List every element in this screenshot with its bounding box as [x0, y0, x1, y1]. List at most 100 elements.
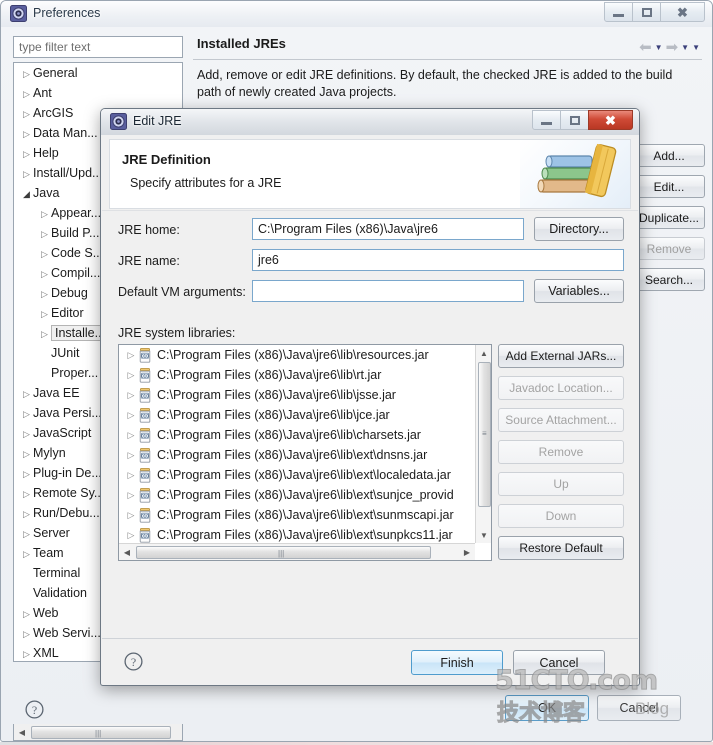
view-menu-icon[interactable]: ▼ [692, 43, 700, 52]
library-list-item[interactable]: ▷ 010 C:\Program Files (x86)\Java\jre6\lib… [119, 505, 475, 525]
minimize-button[interactable] [604, 2, 633, 22]
chevron-right-icon[interactable]: ▷ [124, 405, 138, 425]
scroll-down-arrow[interactable]: ▼ [477, 528, 491, 542]
chevron-right-icon[interactable]: ▷ [124, 485, 138, 505]
library-list-item[interactable]: ▷ 010 C:\Program Files (x86)\Java\jre6\lib… [119, 405, 475, 425]
chevron-right-icon[interactable]: ▷ [38, 284, 51, 304]
directory-button[interactable]: Directory... [534, 217, 624, 241]
libraries-vscroll-thumb[interactable]: ≡ [478, 362, 491, 507]
scroll-up-arrow[interactable]: ▲ [477, 346, 491, 360]
chevron-right-icon[interactable]: ▷ [124, 365, 138, 385]
sidebar-item-ant[interactable]: ▷ Ant [14, 83, 182, 103]
dialog-minimize-button[interactable] [532, 110, 561, 130]
chevron-right-icon[interactable]: ▷ [38, 224, 51, 244]
close-button[interactable]: ✖ [660, 2, 705, 22]
library-list-item[interactable]: ▷ 010 C:\Program Files (x86)\Java\jre6\lib… [119, 445, 475, 465]
chevron-right-icon[interactable]: ▷ [38, 304, 51, 324]
filter-input[interactable]: type filter text [13, 36, 183, 58]
minimize-icon [541, 121, 552, 125]
finish-button[interactable]: Finish [411, 650, 503, 675]
ok-button[interactable]: OK [505, 695, 589, 721]
chevron-right-icon[interactable]: ▷ [124, 445, 138, 465]
forward-dropdown-icon[interactable]: ▼ [681, 43, 689, 52]
chevron-right-icon[interactable]: ▷ [20, 384, 33, 404]
chevron-right-icon[interactable]: ▷ [38, 244, 51, 264]
chevron-right-icon[interactable]: ▷ [20, 444, 33, 464]
chevron-right-icon[interactable]: ▷ [124, 345, 138, 365]
scroll-left-arrow[interactable]: ◀ [120, 545, 134, 559]
dialog-header: JRE Definition Specify attributes for a … [109, 139, 631, 209]
jre-home-input[interactable]: C:\Program Files (x86)\Java\jre6 [252, 218, 524, 240]
library-list-item[interactable]: ▷ 010 C:\Program Files (x86)\Java\jre6\lib… [119, 365, 475, 385]
library-list-item[interactable]: ▷ 010 C:\Program Files (x86)\Java\jre6\lib… [119, 485, 475, 505]
library-list-item[interactable]: ▷ 010 C:\Program Files (x86)\Java\jre6\lib… [119, 345, 475, 365]
jre-name-input[interactable]: jre6 [252, 249, 624, 271]
vm-arguments-input[interactable] [252, 280, 524, 302]
chevron-right-icon[interactable]: ▷ [124, 505, 138, 525]
chevron-right-icon[interactable]: ▷ [20, 424, 33, 444]
scroll-left-arrow[interactable]: ◀ [15, 725, 29, 739]
library-list-item[interactable]: ▷ 010 C:\Program Files (x86)\Java\jre6\lib… [119, 385, 475, 405]
chevron-down-icon[interactable]: ◢ [20, 184, 33, 204]
prefs-edit-button[interactable]: Edit... [633, 175, 705, 198]
dialog-close-button[interactable]: ✖ [588, 110, 633, 130]
help-question-icon[interactable]: ? [124, 652, 143, 671]
dialog-maximize-button[interactable] [560, 110, 589, 130]
preferences-titlebar[interactable]: Preferences ✖ [1, 1, 712, 27]
jre-system-libraries-list[interactable]: ▷ 010 C:\Program Files (x86)\Java\jre6\lib… [119, 345, 475, 543]
chevron-right-icon[interactable]: ▷ [124, 525, 138, 543]
maximize-button[interactable] [632, 2, 661, 22]
chevron-right-icon[interactable]: ▷ [124, 465, 138, 485]
chevron-right-icon[interactable]: ▷ [20, 464, 33, 484]
navigation-bar: ⬅ ▼ ➡ ▼ ▼ [639, 37, 700, 57]
chevron-right-icon[interactable]: ▷ [20, 484, 33, 504]
sidebar-item-general[interactable]: ▷ General [14, 63, 182, 83]
restore-default-button[interactable]: Restore Default [498, 536, 624, 560]
forward-arrow-icon[interactable]: ➡ [666, 38, 679, 56]
chevron-right-icon[interactable]: ▷ [20, 84, 33, 104]
libraries-vertical-scrollbar[interactable]: ▲ ≡ ▼ [475, 345, 491, 543]
chevron-right-icon[interactable]: ▷ [20, 604, 33, 624]
chevron-right-icon[interactable]: ▷ [38, 324, 51, 344]
libraries-hscroll-thumb[interactable]: ||| [136, 546, 431, 559]
prefs-search-button[interactable]: Search... [633, 268, 705, 291]
chevron-right-icon[interactable]: ▷ [20, 404, 33, 424]
chevron-right-icon[interactable]: ▷ [38, 204, 51, 224]
variables-button[interactable]: Variables... [534, 279, 624, 303]
dialog-footer: ? Finish Cancel [102, 638, 638, 684]
back-arrow-icon[interactable]: ⬅ [639, 38, 652, 56]
add-external-jars-button[interactable]: Add External JARs... [498, 344, 624, 368]
chevron-right-icon[interactable]: ▷ [20, 544, 33, 564]
help-question-icon[interactable]: ? [25, 700, 44, 719]
chevron-right-icon[interactable]: ▷ [20, 104, 33, 124]
jar-file-icon: 010 [138, 407, 157, 423]
chevron-right-icon[interactable]: ▷ [20, 144, 33, 164]
tree-horizontal-scrollbar[interactable]: ◀ ||| [13, 724, 183, 741]
chevron-right-icon[interactable]: ▷ [20, 644, 33, 661]
chevron-right-icon[interactable]: ▷ [20, 524, 33, 544]
edit-jre-titlebar[interactable]: Edit JRE ✖ [101, 109, 639, 135]
libraries-horizontal-scrollbar[interactable]: ◀ ||| ▶ [119, 543, 475, 560]
dialog-cancel-button[interactable]: Cancel [513, 650, 605, 675]
cancel-button[interactable]: Cancel [597, 695, 681, 721]
svg-text:?: ? [131, 655, 136, 669]
chevron-right-icon[interactable]: ▷ [20, 124, 33, 144]
chevron-right-icon[interactable]: ▷ [20, 504, 33, 524]
library-list-item[interactable]: ▷ 010 C:\Program Files (x86)\Java\jre6\lib… [119, 425, 475, 445]
chevron-right-icon[interactable]: ▷ [20, 164, 33, 184]
prefs-add-button[interactable]: Add... [633, 144, 705, 167]
chevron-right-icon[interactable]: ▷ [20, 64, 33, 84]
scroll-right-arrow[interactable]: ▶ [460, 545, 474, 559]
library-path-label: C:\Program Files (x86)\Java\jre6\lib\ext… [157, 528, 453, 542]
chevron-right-icon[interactable]: ▷ [124, 385, 138, 405]
chevron-right-icon[interactable]: ▷ [38, 264, 51, 284]
prefs-remove-button: Remove [633, 237, 705, 260]
library-list-item[interactable]: ▷ 010 C:\Program Files (x86)\Java\jre6\lib… [119, 525, 475, 543]
prefs-duplicate-button[interactable]: Duplicate... [633, 206, 705, 229]
back-dropdown-icon[interactable]: ▼ [655, 43, 663, 52]
sidebar-item-label: ArcGIS [33, 106, 74, 120]
chevron-right-icon[interactable]: ▷ [124, 425, 138, 445]
library-list-item[interactable]: ▷ 010 C:\Program Files (x86)\Java\jre6\lib… [119, 465, 475, 485]
chevron-right-icon[interactable]: ▷ [20, 624, 33, 644]
tree-hscroll-thumb[interactable]: ||| [31, 726, 171, 739]
